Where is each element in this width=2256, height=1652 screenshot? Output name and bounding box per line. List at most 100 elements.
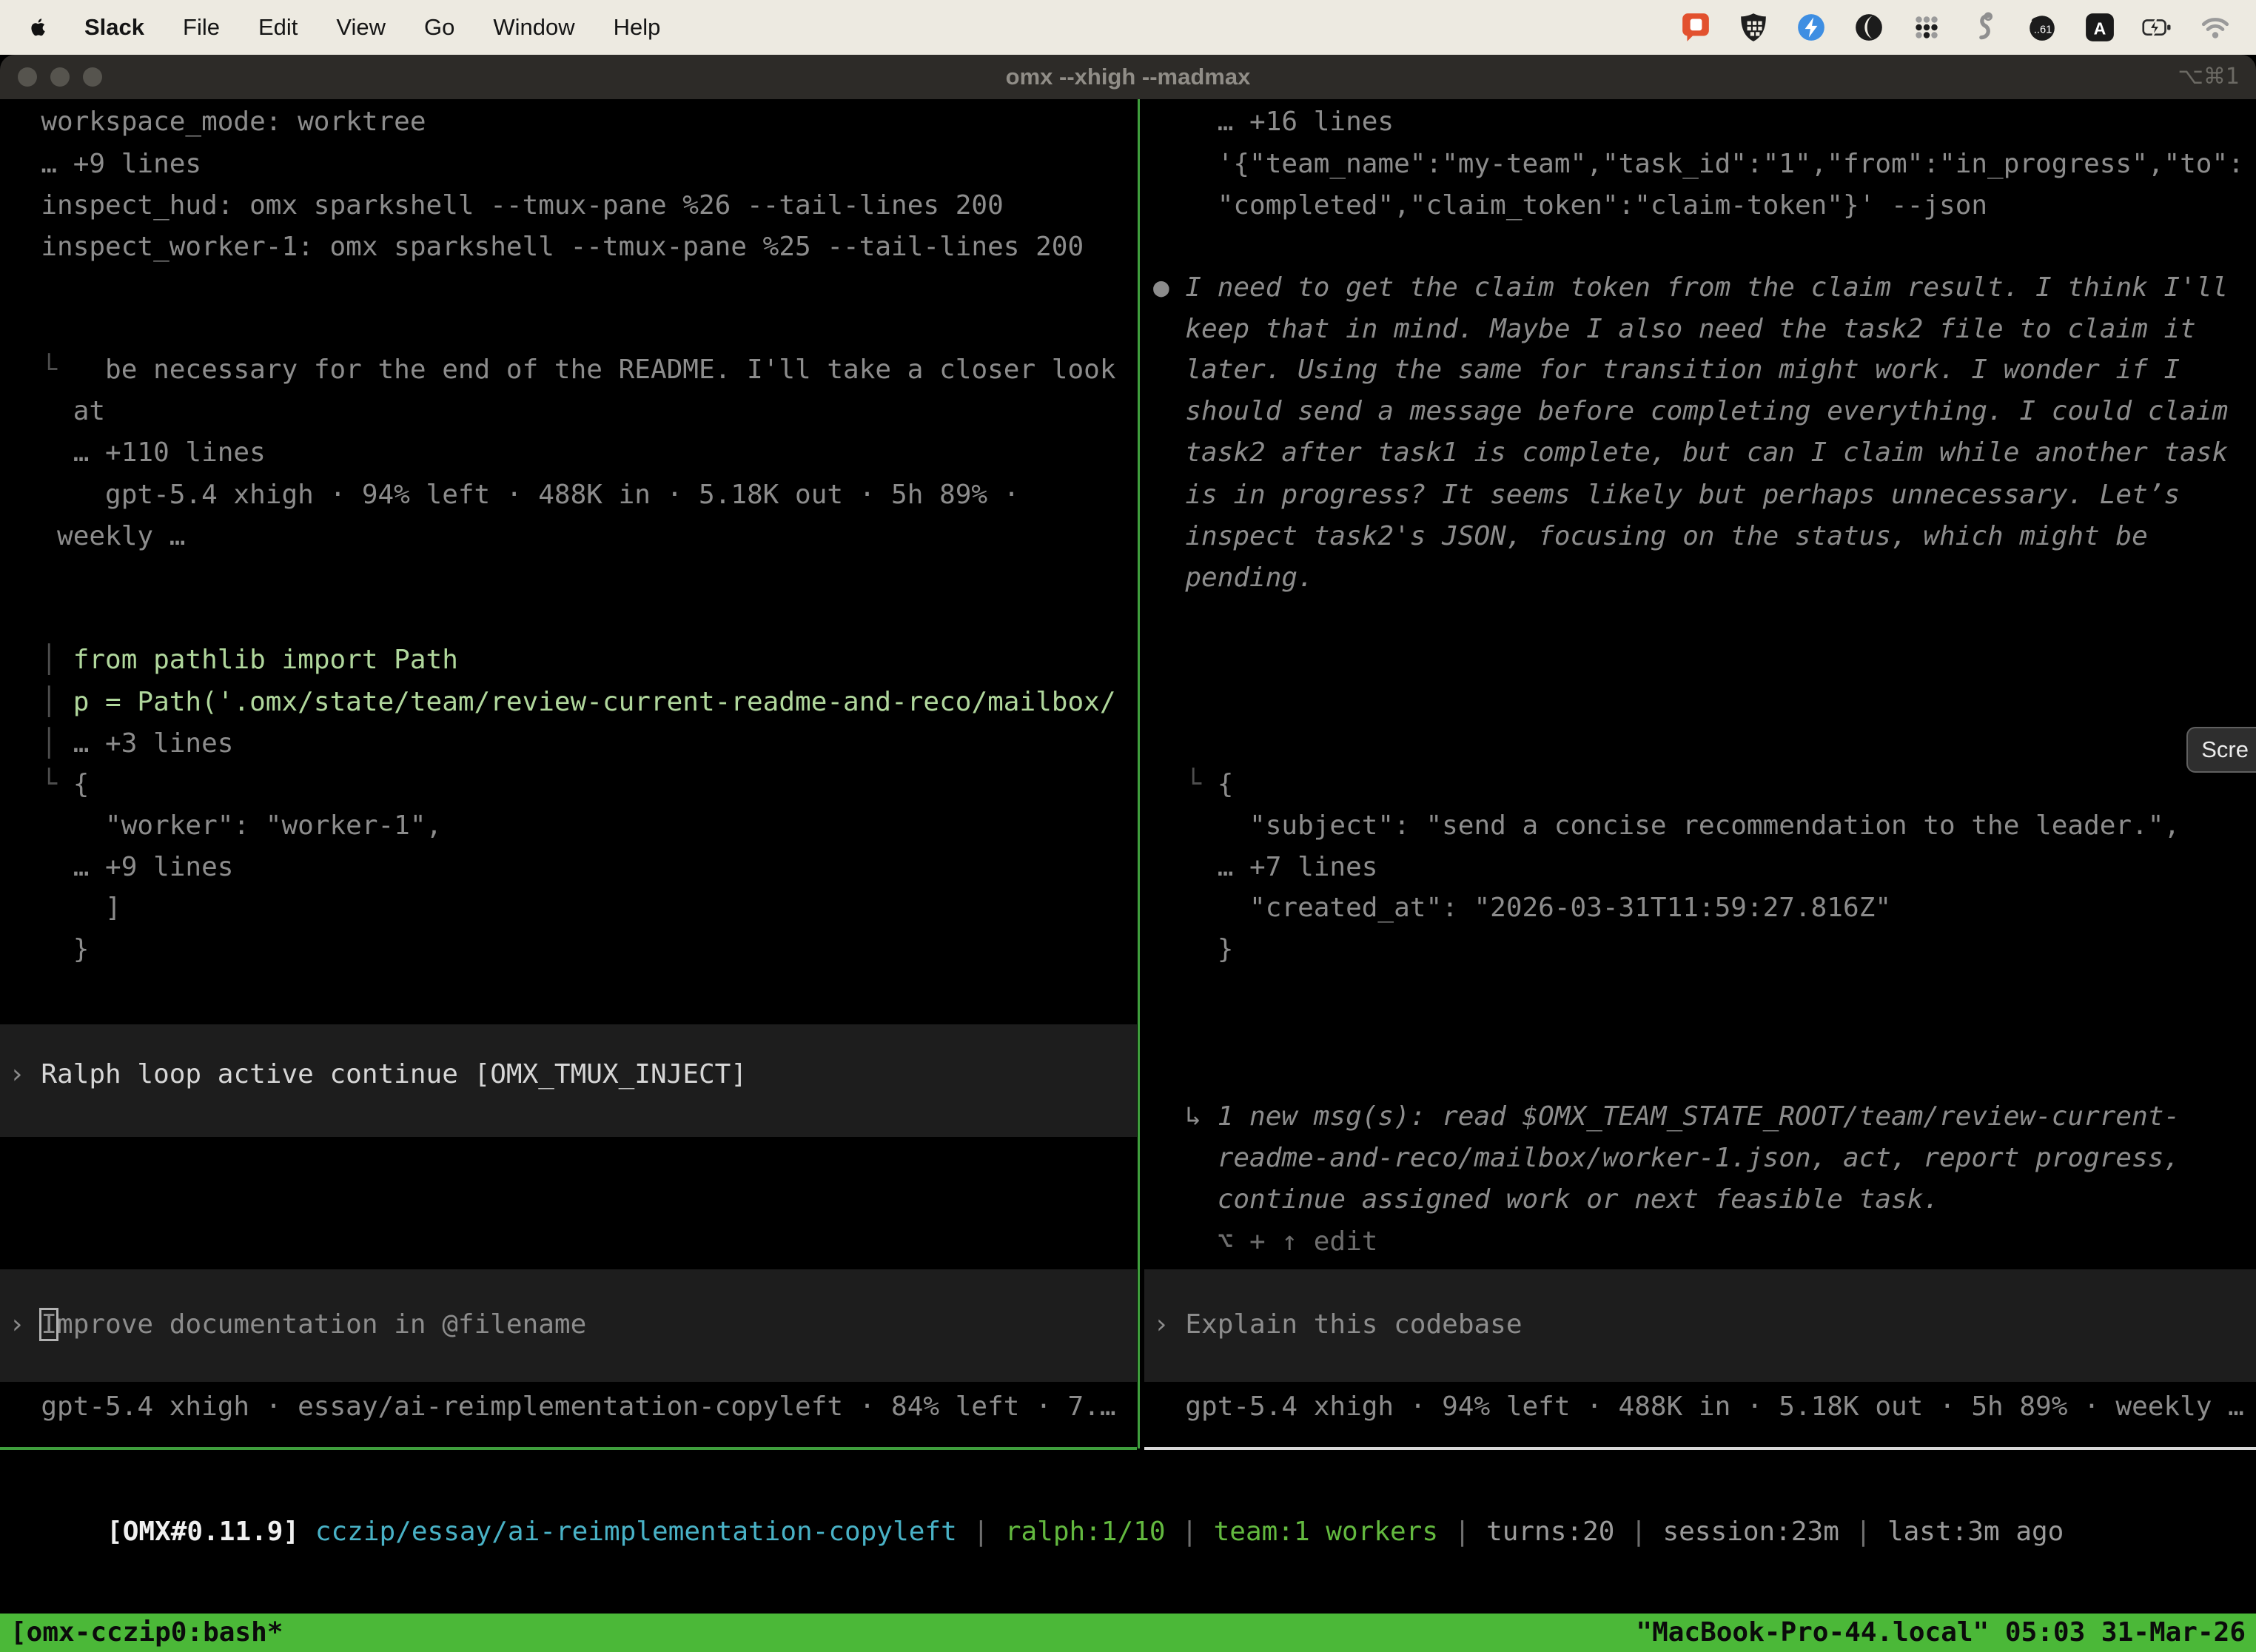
tmux-pane-right[interactable]: … +16 lines '{"team_name":"my-team","tas… bbox=[1144, 99, 2256, 1448]
menu-item-window[interactable]: Window bbox=[493, 14, 574, 41]
badge-61-icon[interactable]: ..61 bbox=[2027, 12, 2058, 43]
tree-bar-glyph: │ bbox=[9, 687, 57, 717]
command-body-line: │ tasks/task-2.json" bbox=[1153, 723, 2256, 765]
window-title-bar[interactable]: omx --xhigh --madmax ⌥⌘1 bbox=[0, 55, 2256, 99]
mailbox-notice-line: readme-and-reco/mailbox/worker-1.json, a… bbox=[1153, 1138, 2256, 1179]
thinking-line: ● I need to get the claim token from the… bbox=[1153, 267, 2256, 309]
omx-team-counter: team:1 workers bbox=[1214, 1517, 1438, 1547]
ralph-loop-banner: › Ralph loop active continue [OMX_TMUX_I… bbox=[0, 1024, 1137, 1137]
tree-corner-glyph: └ bbox=[9, 769, 57, 799]
terminal-line: '{"team_name":"my-team","task_id":"1","f… bbox=[1153, 144, 2256, 185]
tmux-pane-left[interactable]: workspace_mode: worktree … +9 lines insp… bbox=[0, 99, 1137, 1448]
prompt-chevron-icon: › bbox=[1153, 1309, 1185, 1340]
terminal-line: inspect_hud: omx sparkshell --tmux-pane … bbox=[9, 185, 1137, 226]
wifi-icon[interactable] bbox=[2200, 12, 2231, 43]
command-output-line: └ be necessary for the end of the README… bbox=[9, 349, 1137, 391]
prompt-input-right[interactable]: › Explain this codebase bbox=[1144, 1269, 2256, 1382]
edit-hint-line: ⌥ + ↑ edit bbox=[1153, 1221, 2256, 1263]
omx-session-path: cczip/essay/ai-reimplementation-copyleft bbox=[299, 1517, 957, 1547]
ran-command-line: ● Ran python3 - <<'PY' bbox=[9, 598, 1137, 639]
menu-item-slack[interactable]: Slack bbox=[84, 14, 144, 41]
text-cursor: I bbox=[41, 1309, 57, 1340]
terminal-line: inspect_worker-1: omx sparkshell --tmux-… bbox=[9, 226, 1137, 268]
command-body-line: │ p = Path('.omx/state/team/review-curre… bbox=[9, 682, 1137, 723]
tree-bar-glyph: │ bbox=[9, 645, 57, 675]
working-status-line: ● Working (6m 38s • esc to interrupt) bbox=[9, 1179, 1137, 1220]
ran-command-line: ● Ran set -euo pipefail bbox=[1153, 639, 2256, 681]
input-placeholder: Explain this codebase bbox=[1185, 1309, 1522, 1340]
terminal-line: "completed","claim_token":"claim-token"}… bbox=[1153, 185, 2256, 226]
omx-turns-counter: turns:20 bbox=[1486, 1517, 1614, 1547]
tree-bar-glyph: │ bbox=[9, 728, 57, 759]
menu-bar-status-area: ..61 A bbox=[1680, 12, 2231, 43]
bolt-badge-icon[interactable] bbox=[1796, 12, 1827, 43]
thinking-line: should send a message before completing … bbox=[1153, 391, 2256, 432]
dots-grid-icon[interactable] bbox=[1911, 12, 1942, 43]
shield-grid-icon[interactable] bbox=[1738, 12, 1769, 43]
pane-divider[interactable] bbox=[1138, 99, 1140, 1448]
thinking-line: task2 after task1 is complete, but can I… bbox=[1153, 432, 2256, 474]
terminal-line: … +16 lines bbox=[1153, 101, 2256, 143]
terminal-window: omx --xhigh --madmax ⌥⌘1 workspace_mode:… bbox=[0, 55, 2256, 1652]
tree-corner-glyph: └ bbox=[1153, 769, 1201, 799]
omx-session-timer: session:23m bbox=[1662, 1517, 1839, 1547]
window-shortcut-badge: ⌥⌘1 bbox=[2178, 55, 2240, 99]
tmux-status-bar[interactable]: [omx-cczip0:bash* "MacBook-Pro-44.local"… bbox=[0, 1614, 2256, 1652]
thinking-line: inspect task2's JSON, focusing on the st… bbox=[1153, 516, 2256, 557]
prompt-input-left[interactable]: › Improve documentation in @filename bbox=[0, 1269, 1137, 1382]
omx-status-line: [OMX#0.11.9] cczip/essay/ai-reimplementa… bbox=[10, 1470, 2064, 1511]
menu-item-file[interactable]: File bbox=[183, 14, 220, 41]
command-output-line: … +9 lines bbox=[9, 847, 1137, 888]
thought-bullet-icon: ● bbox=[1153, 272, 1169, 303]
terminal-line: … +9 lines bbox=[9, 144, 1137, 185]
thinking-line: pending. bbox=[1153, 557, 2256, 599]
tree-corner-glyph: └ bbox=[9, 355, 57, 385]
menu-item-view[interactable]: View bbox=[336, 14, 386, 41]
letter-a-icon[interactable]: A bbox=[2084, 12, 2115, 43]
pane-status-line: gpt-5.4 xhigh · essay/ai-reimplementatio… bbox=[9, 1386, 1137, 1428]
prompt-chevron-icon: › bbox=[9, 1309, 41, 1340]
prompt-chevron-icon: › bbox=[9, 1059, 25, 1089]
command-output-line: … +7 lines bbox=[1153, 847, 2256, 888]
svg-text:A: A bbox=[2094, 19, 2106, 38]
screenshot-chat-icon[interactable] bbox=[1680, 12, 1711, 43]
contrast-crescent-icon[interactable] bbox=[1853, 12, 1884, 43]
pane-status-line: gpt-5.4 xhigh · 94% left · 488K in · 5.1… bbox=[1153, 1386, 2256, 1428]
s-hook-icon[interactable] bbox=[1969, 12, 2000, 43]
command-body-line: │ cat "$OMX_TEAM_STATE_ROOT/team/review-… bbox=[1153, 682, 2256, 723]
menu-item-go[interactable]: Go bbox=[424, 14, 454, 41]
command-output-line: weekly … bbox=[9, 516, 1137, 557]
screen: Slack File Edit View Go Window Help bbox=[0, 0, 2256, 1652]
thinking-line: is in progress? It seems likely but perh… bbox=[1153, 474, 2256, 516]
command-output-line: └ { bbox=[9, 764, 1137, 805]
screen-edge-tooltip: Scre bbox=[2186, 727, 2256, 773]
menu-item-edit[interactable]: Edit bbox=[258, 14, 298, 41]
omx-last-activity: last:3m ago bbox=[1887, 1517, 2064, 1547]
command-body-line: │ from pathlib import Path bbox=[9, 639, 1137, 681]
command-output-line: } bbox=[1153, 929, 2256, 970]
thinking-line: keep that in mind. Maybe I also need the… bbox=[1153, 309, 2256, 350]
macos-menu-bar: Slack File Edit View Go Window Help bbox=[0, 0, 2256, 55]
ran-command-line: ● Ran tmux capture-pane -t %25 -p -S -80 bbox=[9, 307, 1137, 349]
command-output-line: └ { bbox=[1153, 764, 2256, 805]
mailbox-notice-line: ↳ 1 new msg(s): read $OMX_TEAM_STATE_ROO… bbox=[1153, 1096, 2256, 1138]
command-body-line: │ … +3 lines bbox=[9, 723, 1137, 765]
command-output-line: "subject": "send a concise recommendatio… bbox=[1153, 805, 2256, 847]
tmux-host-clock-label: "MacBook-Pro-44.local" 05:03 31-Mar-26 bbox=[1636, 1614, 2246, 1652]
command-output-line: ] bbox=[9, 887, 1137, 929]
command-output-line: at bbox=[9, 391, 1137, 432]
waiting-status-line: ● Waiting for background terminal (3m 46… bbox=[1153, 1013, 2256, 1054]
battery-charging-icon[interactable] bbox=[2142, 12, 2173, 43]
command-output-line: gpt-5.4 xhigh · 94% left · 488K in · 5.1… bbox=[9, 474, 1137, 516]
apple-menu-icon[interactable] bbox=[25, 15, 50, 40]
window-title: omx --xhigh --madmax bbox=[0, 55, 2256, 99]
command-output-line: "created_at": "2026-03-31T11:59:27.816Z" bbox=[1153, 887, 2256, 929]
omx-ralph-counter: ralph:1/10 bbox=[1005, 1517, 1166, 1547]
command-output-line: … +110 lines bbox=[9, 432, 1137, 474]
pane-border-bottom-left bbox=[0, 1447, 1137, 1450]
thinking-line: later. Using the same for transition mig… bbox=[1153, 349, 2256, 391]
command-output-line: } bbox=[9, 929, 1137, 970]
command-output-line: "worker": "worker-1", bbox=[9, 805, 1137, 847]
menu-item-help[interactable]: Help bbox=[614, 14, 661, 41]
terminal-line: workspace_mode: worktree bbox=[9, 101, 1137, 143]
